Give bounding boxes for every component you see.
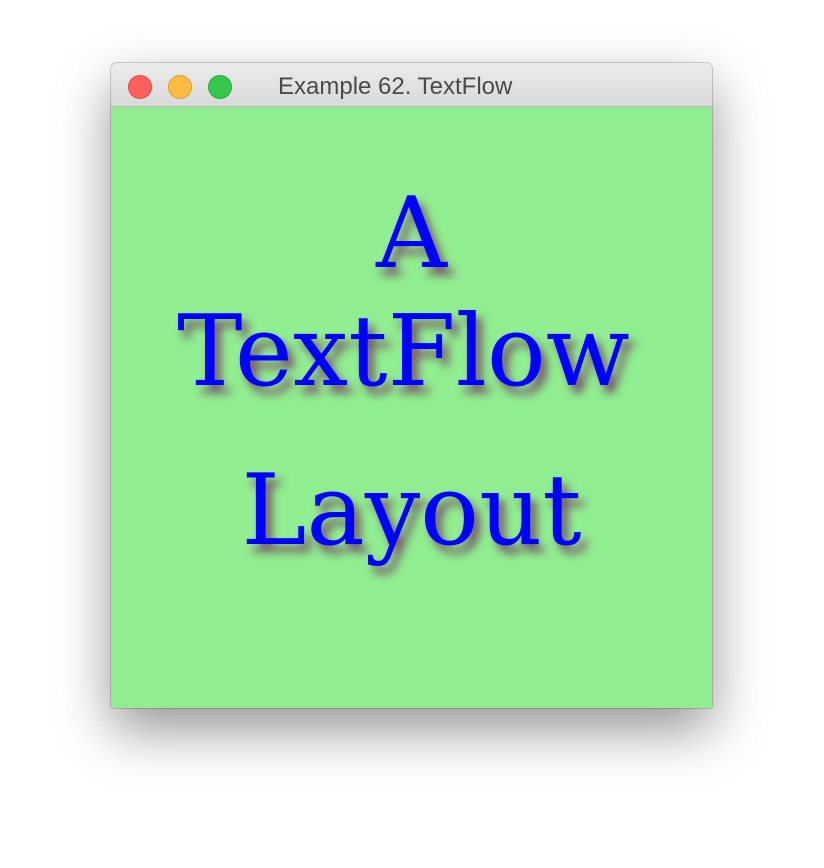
window-title: Example 62. TextFlow [278, 73, 513, 100]
title-bar[interactable]: Example 62. TextFlow [111, 63, 712, 107]
text-line-textflow: TextFlow [177, 295, 630, 409]
app-window: Example 62. TextFlow A TextFlow Layout [111, 63, 712, 708]
screen: Example 62. TextFlow A TextFlow Layout [0, 0, 824, 868]
zoom-button[interactable] [208, 75, 232, 99]
text-line-a: A [376, 177, 447, 291]
textflow-pane: A TextFlow Layout [111, 107, 712, 708]
text-line-layout: Layout [241, 454, 582, 568]
minimize-button[interactable] [168, 75, 192, 99]
close-button[interactable] [128, 75, 152, 99]
